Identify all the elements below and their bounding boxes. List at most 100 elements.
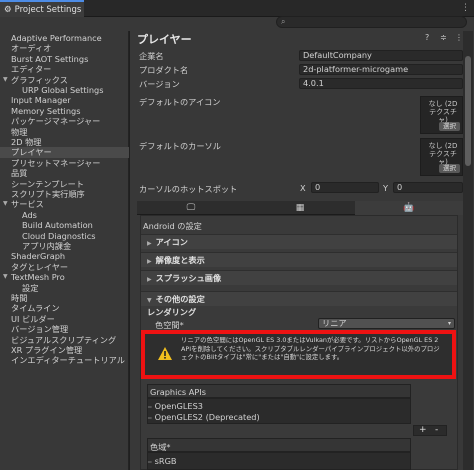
- chevron-right-icon: ▶: [147, 276, 152, 283]
- sidebar-item[interactable]: 物理: [0, 127, 129, 137]
- sidebar-item[interactable]: Memory Settings: [0, 106, 129, 116]
- window-tab[interactable]: ⚙ Project Settings: [0, 0, 84, 17]
- gear-icon: ⚙: [4, 4, 12, 15]
- sidebar-item[interactable]: ▼ グラフィックス: [0, 75, 129, 85]
- sidebar-item[interactable]: タグとレイヤー: [0, 262, 129, 272]
- section-other[interactable]: ▼ その他の設定: [141, 291, 457, 306]
- sidebar-item[interactable]: 2D 物理: [0, 137, 129, 147]
- list-item[interactable]: ═ OpenGLES2 (Deprecated): [148, 412, 260, 422]
- add-button[interactable]: +: [419, 426, 427, 435]
- sidebar-item-label: アプリ内課金: [22, 241, 72, 251]
- color-space-dropdown[interactable]: リニア ▾: [318, 318, 455, 329]
- sidebar-item[interactable]: Ads: [0, 210, 129, 220]
- sidebar-item[interactable]: ▼ TextMesh Pro: [0, 272, 129, 282]
- select-button[interactable]: 選択: [439, 164, 460, 173]
- sidebar-item[interactable]: XR プラグイン管理: [0, 345, 129, 355]
- sidebar-item[interactable]: プリセットマネージャー: [0, 158, 129, 168]
- chevron-down-icon[interactable]: ▼: [3, 199, 8, 209]
- sidebar-item-label: オーディオ: [11, 43, 52, 54]
- search-icon: ⌕: [281, 17, 286, 26]
- sidebar-item[interactable]: インエディターチュートリアル: [0, 355, 129, 365]
- graphics-apis-label: Graphics APIs: [150, 387, 206, 397]
- default-cursor-label: デフォルトのカーソル: [139, 141, 221, 151]
- sidebar-item[interactable]: アプリ内課金: [0, 241, 129, 251]
- color-gamut-header: 色域*: [147, 438, 411, 452]
- chevron-down-icon[interactable]: ▼: [3, 75, 8, 85]
- sidebar-item-label: Build Automation: [22, 220, 93, 231]
- version-field[interactable]: 4.0.1: [299, 78, 463, 89]
- drag-handle-icon[interactable]: ═: [148, 459, 152, 466]
- android-icon[interactable]: 🤖: [355, 201, 463, 215]
- hotspot-x-field[interactable]: 0: [311, 182, 379, 193]
- chevron-down-icon[interactable]: ▼: [3, 272, 8, 282]
- sidebar-item-label: 時間: [11, 293, 28, 303]
- sidebar-item-label: グラフィックス: [11, 74, 68, 85]
- sidebar-item-label: バージョン管理: [11, 324, 69, 335]
- sidebar-item[interactable]: Cloud Diagnostics: [0, 231, 129, 241]
- sidebar-item-label: Burst AOT Settings: [11, 53, 89, 64]
- rendering-header: レンダリング: [147, 307, 197, 317]
- drag-handle-icon[interactable]: ═: [148, 404, 152, 411]
- sidebar-item-label: 2D 物理: [11, 137, 42, 147]
- android-settings-label: Android の設定: [143, 221, 202, 231]
- y-label: Y: [383, 183, 389, 193]
- sidebar-item[interactable]: ビジュアルスクリプティング: [0, 335, 129, 345]
- sidebar-item-label: UI ビルダー: [11, 313, 55, 324]
- sidebar-item[interactable]: Build Automation: [0, 220, 129, 230]
- sidebar-item-label: Ads: [22, 209, 37, 220]
- sidebar-item[interactable]: Adaptive Performance: [0, 33, 129, 43]
- sidebar-item[interactable]: パッケージマネージャー: [0, 116, 129, 126]
- select-button[interactable]: 選択: [439, 122, 460, 131]
- sidebar-item[interactable]: オーディオ: [0, 43, 129, 53]
- sidebar-item[interactable]: ShaderGraph: [0, 251, 129, 261]
- hotspot-y-field[interactable]: 0: [393, 182, 463, 193]
- sidebar-item-label: タイムライン: [11, 303, 60, 314]
- list-buttons: + -: [413, 425, 447, 436]
- sidebar-item[interactable]: URP Global Settings: [0, 85, 129, 95]
- kebab-menu-icon[interactable]: ⋮: [461, 3, 470, 13]
- sidebar-item[interactable]: シーンテンプレート: [0, 179, 129, 189]
- preset-icon[interactable]: ≑: [440, 33, 447, 42]
- section-splash[interactable]: ▶ スプラッシュ画像: [141, 270, 457, 285]
- kebab-menu-icon[interactable]: ⋮: [455, 33, 463, 42]
- company-label: 企業名: [139, 51, 164, 61]
- sidebar-item[interactable]: Input Manager: [0, 95, 129, 105]
- default-cursor-slot[interactable]: なし (2D テクスチャ) 選択: [420, 138, 463, 176]
- sidebar-item[interactable]: スクリプト実行順序: [0, 189, 129, 199]
- graphics-apis-header: Graphics APIs: [147, 384, 411, 398]
- sidebar-item[interactable]: UI ビルダー: [0, 314, 129, 324]
- list-item[interactable]: ═ sRGB: [148, 456, 177, 466]
- drag-handle-icon[interactable]: ═: [148, 415, 152, 422]
- sidebar-item[interactable]: エディター: [0, 64, 129, 74]
- color-gamut-list: [147, 452, 411, 470]
- section-icon[interactable]: ▶ アイコン: [141, 234, 457, 249]
- company-field[interactable]: DefaultCompany: [299, 50, 463, 61]
- default-icon-slot[interactable]: なし (2D テクスチャ) 選択: [420, 96, 463, 134]
- section-resolution[interactable]: ▶ 解像度と表示: [141, 252, 457, 267]
- sidebar-item-label: ビジュアルスクリプティング: [11, 334, 117, 345]
- remove-button[interactable]: -: [435, 426, 438, 435]
- sidebar-item-label: プレイヤー: [11, 147, 52, 158]
- hotspot-label: カーソルのホットスポット: [139, 184, 238, 194]
- sidebar-item[interactable]: プレイヤー: [0, 147, 129, 158]
- sidebar-item-label: タグとレイヤー: [11, 261, 69, 272]
- product-field[interactable]: 2d-platformer-microgame: [299, 64, 463, 75]
- search-input[interactable]: ⌕: [276, 16, 467, 28]
- sidebar-item[interactable]: タイムライン: [0, 303, 129, 313]
- sidebar-item[interactable]: 時間: [0, 293, 129, 303]
- scrollbar-thumb[interactable]: [465, 56, 471, 166]
- sidebar-item[interactable]: 品質: [0, 168, 129, 178]
- texture-none-label: なし (2D テクスチャ): [428, 100, 458, 124]
- help-icon[interactable]: ?: [425, 33, 429, 42]
- window-titlebar: ⚙ Project Settings ⋮: [0, 0, 474, 17]
- page-title: プレイヤー: [137, 33, 192, 46]
- chevron-down-icon: ▾: [447, 320, 451, 327]
- sidebar-item[interactable]: 設定: [0, 283, 129, 293]
- sidebar-item[interactable]: Burst AOT Settings: [0, 54, 129, 64]
- webgl-icon[interactable]: ▦: [246, 201, 354, 215]
- chevron-down-icon: ▼: [147, 297, 152, 304]
- sidebar-item[interactable]: バージョン管理: [0, 324, 129, 334]
- list-item[interactable]: ═ OpenGLES3: [148, 401, 203, 411]
- desktop-icon[interactable]: 🖵: [137, 201, 245, 215]
- sidebar-item[interactable]: ▼ サービス: [0, 199, 129, 209]
